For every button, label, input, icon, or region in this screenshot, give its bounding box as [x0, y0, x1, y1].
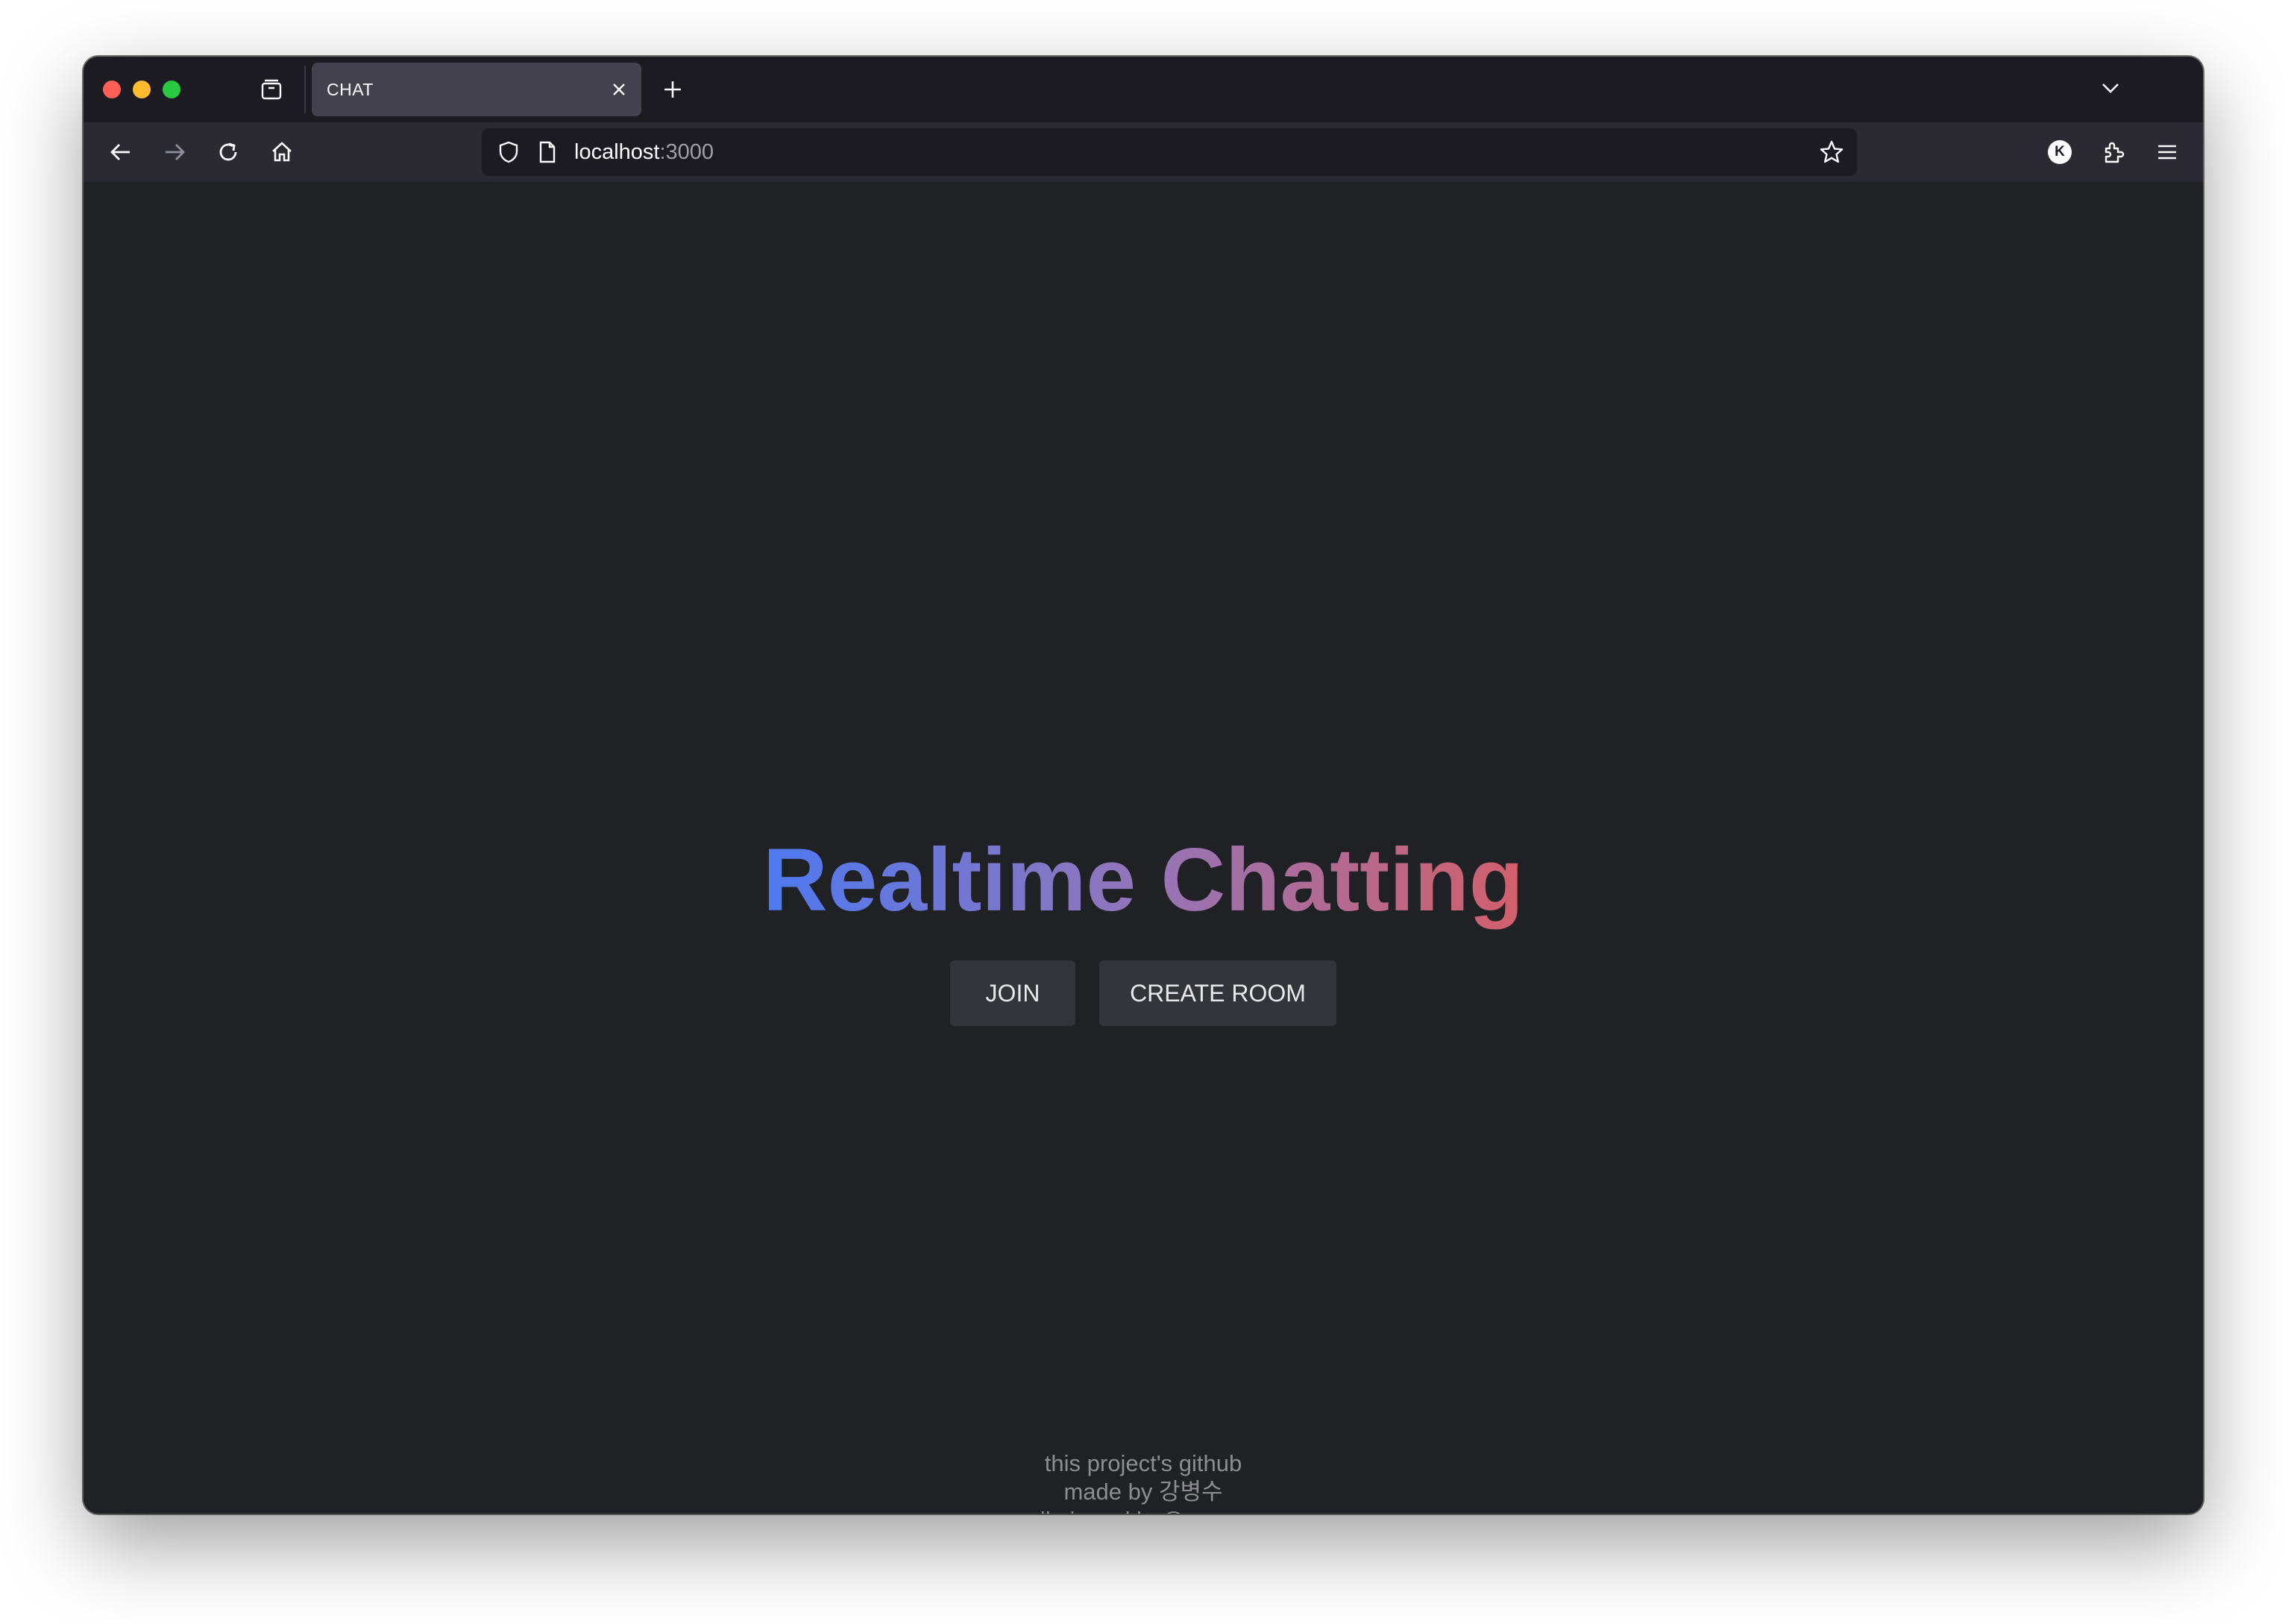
reload-icon[interactable] — [210, 134, 246, 170]
home-icon[interactable] — [264, 134, 300, 170]
url-port: :3000 — [659, 140, 714, 164]
author-text: made by 강병수 — [1063, 1479, 1223, 1505]
tab-list-chevron-icon[interactable] — [2096, 73, 2125, 103]
join-button[interactable]: JOIN — [950, 960, 1075, 1026]
tab-title: CHAT — [327, 80, 374, 99]
create-room-button[interactable]: CREATE ROOM — [1099, 960, 1336, 1026]
minimize-window-button[interactable] — [133, 81, 151, 98]
url-host: localhost — [574, 140, 660, 164]
page-icon — [532, 137, 562, 167]
bookmark-star-icon[interactable] — [1817, 137, 1846, 167]
github-link[interactable]: this project's github — [1045, 1450, 1242, 1476]
navigation-toolbar: localhost:3000 K — [84, 122, 2203, 182]
close-icon[interactable] — [606, 76, 632, 103]
zoom-window-button[interactable] — [163, 81, 180, 98]
new-tab-icon[interactable] — [658, 75, 688, 104]
back-icon[interactable] — [103, 134, 139, 170]
email-text: email : jasonkbs@naver.com — [84, 1506, 2203, 1514]
profile-avatar[interactable]: K — [2042, 134, 2078, 170]
tab-divider — [304, 66, 306, 113]
extensions-icon[interactable] — [2096, 134, 2131, 170]
footer: this project's github made by 강병수 email … — [84, 1450, 2203, 1514]
menu-icon[interactable] — [2149, 134, 2185, 170]
page-content: Realtime Chatting JOIN CREATE ROOM this … — [84, 182, 2203, 1514]
action-buttons: JOIN CREATE ROOM — [84, 960, 2203, 1026]
url-bar[interactable]: localhost:3000 — [482, 128, 1857, 176]
avatar: K — [2048, 140, 2072, 164]
close-window-button[interactable] — [103, 81, 121, 98]
shield-icon[interactable] — [494, 137, 524, 167]
browser-window: CHAT localhost:3000 K Realtime Chatting … — [84, 57, 2203, 1514]
tab-chat[interactable]: CHAT — [312, 63, 641, 116]
page-title-text: Realtime Chatting — [762, 830, 1524, 930]
forward-icon[interactable] — [157, 134, 192, 170]
tab-overview-icon[interactable] — [257, 75, 286, 104]
url-text[interactable]: localhost:3000 — [574, 128, 714, 176]
tab-strip: CHAT — [84, 57, 2203, 122]
page-title: Realtime Chatting — [84, 835, 2203, 925]
